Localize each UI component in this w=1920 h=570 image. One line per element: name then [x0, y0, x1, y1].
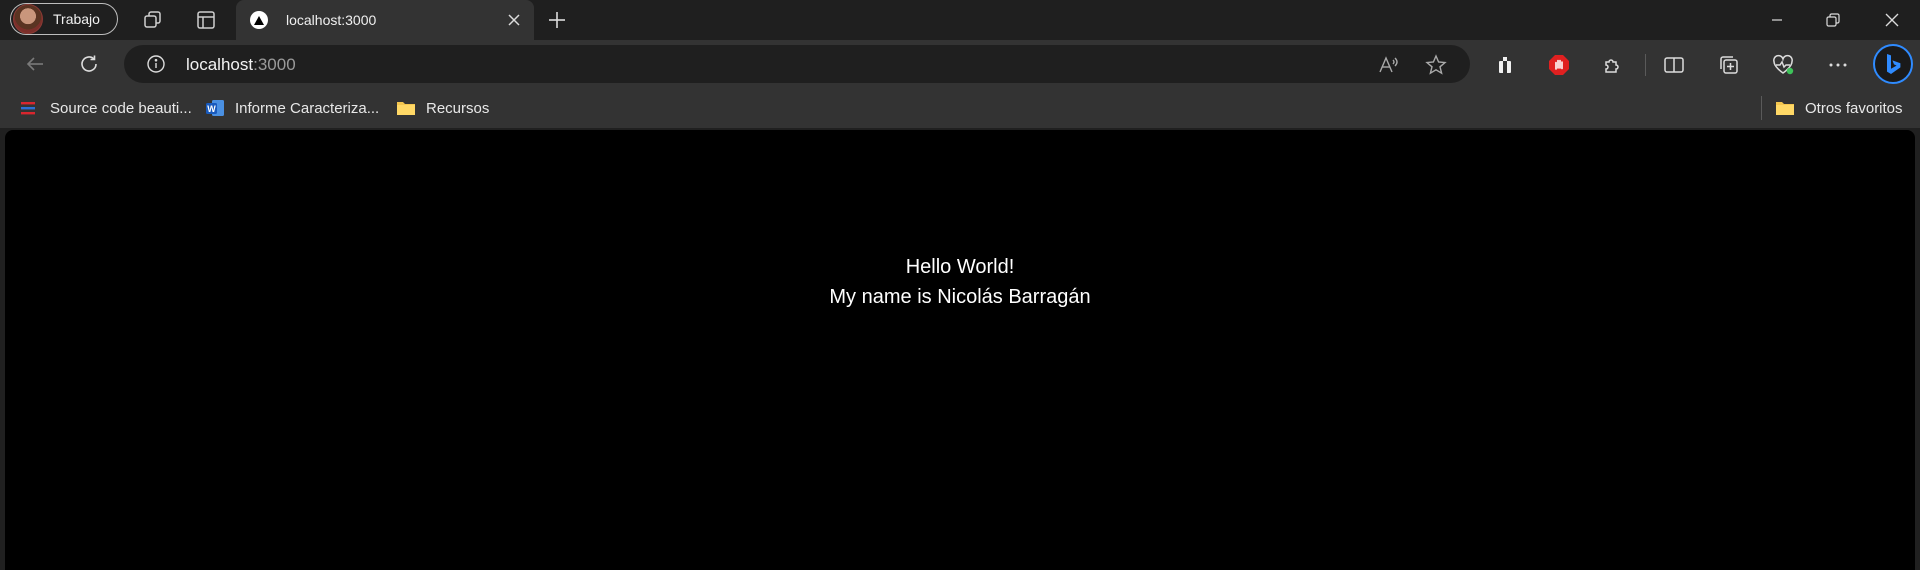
adblock-stop-icon[interactable]: [1547, 53, 1571, 77]
word-doc-icon: W: [205, 99, 225, 117]
extensions-icon[interactable]: [1601, 53, 1625, 77]
browser-essentials-icon[interactable]: [1771, 53, 1795, 77]
collections-icon[interactable]: [1717, 53, 1741, 77]
workspaces-icon[interactable]: [142, 9, 164, 31]
avatar: [13, 4, 43, 34]
favorite-informe[interactable]: W Informe Caracteriza...: [205, 97, 379, 119]
active-tab[interactable]: localhost:3000: [236, 0, 534, 40]
restore-button[interactable]: [1805, 0, 1861, 40]
folder-icon: [1775, 99, 1795, 117]
minimize-button[interactable]: [1749, 0, 1805, 40]
nextjs-favicon-icon: [250, 11, 268, 29]
title-bar: Trabajo localhost:3000: [0, 0, 1920, 40]
url-text[interactable]: localhost:3000: [186, 55, 296, 75]
stripes-icon: [20, 99, 40, 117]
hello-text: Hello World!: [905, 256, 1015, 278]
favorite-source-code[interactable]: Source code beauti...: [20, 97, 192, 119]
tab-title: localhost:3000: [286, 12, 377, 28]
favorites-divider: [1761, 96, 1762, 120]
page-viewport: Hello World! My name is Nicolás Barragán: [5, 130, 1915, 570]
url-host: localhost: [186, 55, 254, 74]
split-screen-icon[interactable]: [1662, 53, 1686, 77]
profile-button[interactable]: Trabajo: [10, 3, 118, 35]
favorites-bar: Source code beauti... W Informe Caracter…: [0, 88, 1920, 128]
read-aloud-icon[interactable]: [1377, 54, 1399, 76]
tab-close-icon[interactable]: [502, 8, 526, 32]
shopping-icon[interactable]: [1493, 53, 1517, 77]
site-info-icon[interactable]: [146, 54, 166, 74]
profile-label: Trabajo: [53, 11, 100, 27]
favorite-label: Informe Caracteriza...: [235, 99, 380, 117]
toolbar-divider: [1645, 54, 1646, 76]
back-button[interactable]: [21, 50, 49, 78]
new-tab-button[interactable]: [546, 9, 568, 31]
other-favorites[interactable]: Otros favoritos: [1775, 97, 1903, 119]
address-bar[interactable]: localhost:3000: [124, 45, 1470, 83]
svg-text:W: W: [207, 104, 216, 114]
toolbar: localhost:3000: [0, 40, 1920, 88]
folder-icon: [396, 99, 416, 117]
vertical-tabs-icon[interactable]: [195, 9, 217, 31]
url-port: :3000: [253, 55, 296, 74]
name-text: My name is Nicolás Barragán: [829, 286, 1091, 308]
favorite-label: Source code beauti...: [50, 99, 192, 117]
page-content: Hello World! My name is Nicolás Barragán: [5, 252, 1915, 312]
refresh-button[interactable]: [75, 50, 103, 78]
favorite-label: Recursos: [426, 99, 490, 117]
other-favorites-label: Otros favoritos: [1805, 99, 1903, 117]
favorite-star-icon[interactable]: [1425, 54, 1447, 76]
favorite-recursos[interactable]: Recursos: [396, 97, 489, 119]
more-options-icon[interactable]: [1826, 53, 1850, 77]
close-window-button[interactable]: [1864, 0, 1920, 40]
bing-copilot-icon[interactable]: [1873, 44, 1913, 84]
